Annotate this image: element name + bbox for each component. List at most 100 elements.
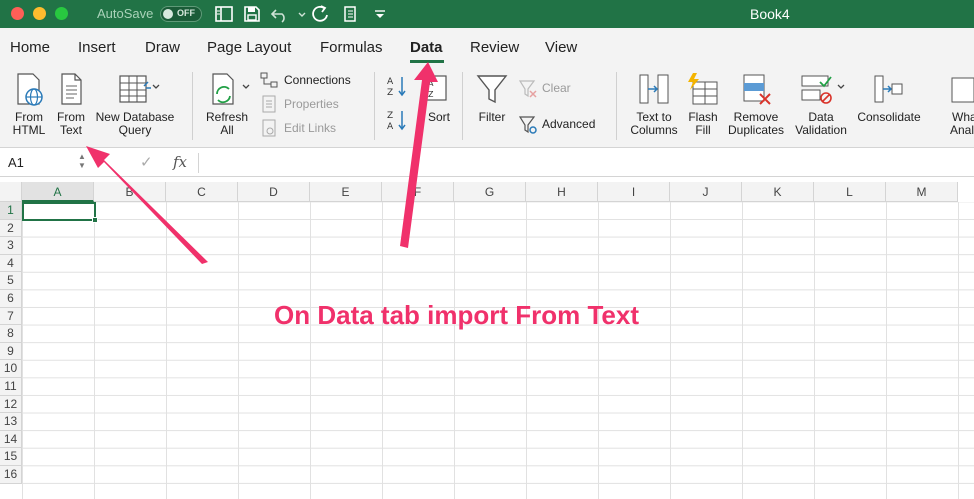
annotation-text: On Data tab import From Text — [274, 300, 639, 330]
column-header[interactable]: H — [526, 182, 598, 202]
remove-duplicates-icon — [743, 74, 771, 105]
connections-button[interactable]: Connections — [260, 70, 370, 90]
row-header[interactable]: 8 — [0, 325, 22, 343]
edit-links-icon — [262, 119, 276, 137]
what-if-label-2: Anal — [950, 123, 974, 137]
row-header[interactable]: 15 — [0, 448, 22, 466]
formula-bar-divider — [198, 153, 199, 173]
close-window-button[interactable] — [11, 7, 24, 20]
sort-button[interactable]: A Z Sort — [418, 72, 452, 124]
from-html-label-2: HTML — [12, 123, 46, 137]
ribbon-tabs: Home Insert Draw Page Layout Formulas Da… — [0, 28, 974, 64]
clear-label: Clear — [542, 81, 571, 95]
row-header[interactable]: 7 — [0, 307, 22, 326]
column-header[interactable]: J — [670, 182, 742, 202]
select-all-corner[interactable] — [0, 182, 22, 202]
row-header[interactable]: 3 — [0, 237, 22, 255]
tab-draw[interactable]: Draw — [145, 39, 180, 56]
remove-duplicates-label-2: Duplicates — [727, 123, 785, 137]
data-ribbon: From HTML From Text New Database Query R… — [0, 64, 974, 148]
row-header[interactable]: 1 — [0, 202, 22, 220]
worksheet-grid[interactable]: ABCDEFGHIJKLM 1 2 3 4 5 6 7 8 9 10 11 12 13 14 15 16 — [0, 182, 974, 499]
column-header[interactable]: A — [22, 182, 94, 202]
ribbon-separator — [616, 72, 617, 140]
insert-function-button[interactable]: fx — [173, 153, 187, 171]
sort-az-icon: A Z — [387, 77, 406, 98]
enter-check-icon[interactable]: ✓ — [140, 153, 153, 171]
row-header[interactable]: 10 — [0, 360, 22, 378]
selected-cell-a1[interactable] — [22, 202, 96, 221]
minimize-window-button[interactable] — [33, 7, 46, 20]
remove-duplicates-button[interactable]: Remove Duplicates — [724, 72, 788, 137]
column-header[interactable]: B — [94, 182, 166, 202]
row-header[interactable]: 12 — [0, 395, 22, 414]
text-to-columns-button[interactable]: Text to Columns — [626, 72, 682, 137]
filter-button[interactable]: Filter — [472, 72, 512, 124]
tab-view[interactable]: View — [545, 39, 577, 56]
sort-za-icon: Z A — [387, 111, 406, 132]
data-validation-button[interactable]: Data Validation — [790, 72, 852, 137]
row-header[interactable]: 2 — [0, 219, 22, 238]
tab-insert[interactable]: Insert — [78, 39, 116, 56]
what-if-analysis-button[interactable]: What Anal — [944, 72, 974, 137]
row-header[interactable]: 13 — [0, 413, 22, 431]
svg-text:A: A — [387, 77, 394, 87]
column-header[interactable]: E — [310, 182, 382, 202]
row-header[interactable]: 6 — [0, 290, 22, 308]
advanced-filter-button[interactable]: Advanced — [518, 114, 608, 134]
column-header[interactable]: I — [598, 182, 670, 202]
column-header[interactable]: L — [814, 182, 886, 202]
refresh-all-button[interactable]: Refresh All — [200, 72, 254, 137]
column-header[interactable]: D — [238, 182, 310, 202]
column-header[interactable]: C — [166, 182, 238, 202]
sort-az-button[interactable]: A Z — [386, 74, 416, 98]
svg-text:Z: Z — [387, 111, 393, 121]
formula-bar: A1 ▲ ▼ ✓ fx — [0, 149, 974, 177]
advanced-label: Advanced — [542, 117, 596, 131]
row-header[interactable]: 9 — [0, 342, 22, 361]
text-to-columns-icon — [639, 74, 669, 104]
clear-filter-button[interactable]: Clear — [518, 78, 598, 98]
new-database-query-button[interactable]: New Database Query — [92, 72, 178, 137]
fill-handle[interactable] — [92, 217, 98, 223]
row-header[interactable]: 11 — [0, 378, 22, 396]
connections-icon — [260, 72, 278, 88]
row-header[interactable]: 5 — [0, 272, 22, 290]
sort-za-button[interactable]: Z A — [386, 108, 416, 132]
edit-links-button[interactable]: Edit Links — [260, 118, 370, 138]
autosave-label: AutoSave — [97, 6, 154, 21]
svg-text:Z: Z — [387, 88, 393, 98]
row-header[interactable]: 16 — [0, 466, 22, 484]
column-header[interactable]: M — [886, 182, 958, 202]
active-tab-indicator — [410, 60, 444, 63]
row-header[interactable]: 4 — [0, 254, 22, 273]
column-header[interactable]: K — [742, 182, 814, 202]
sort-icon: A Z — [423, 75, 447, 101]
tab-data[interactable]: Data — [410, 39, 443, 56]
database-query-icon — [119, 75, 160, 103]
name-box-stepper-icon[interactable]: ▲ ▼ — [78, 152, 86, 170]
tab-home[interactable]: Home — [10, 39, 50, 56]
row-header[interactable]: 14 — [0, 430, 22, 449]
advanced-filter-icon — [518, 116, 537, 134]
from-html-button[interactable]: From HTML — [8, 72, 50, 137]
what-if-icon — [951, 77, 974, 103]
column-header[interactable]: F — [382, 182, 454, 202]
svg-text:Z: Z — [428, 90, 434, 99]
globe-document-icon — [17, 73, 43, 106]
filter-label: Filter — [478, 110, 506, 124]
consolidate-button[interactable]: Consolidate — [854, 72, 924, 124]
cell-area[interactable] — [22, 202, 974, 499]
sort-label: Sort — [427, 110, 450, 124]
new-db-query-label-2: Query — [118, 123, 152, 137]
consolidate-icon — [874, 75, 903, 103]
flash-fill-button[interactable]: Flash Fill — [684, 72, 722, 137]
tab-review[interactable]: Review — [470, 39, 519, 56]
column-header[interactable]: G — [454, 182, 526, 202]
name-box[interactable]: A1 — [8, 155, 24, 170]
tab-page-layout[interactable]: Page Layout — [207, 39, 291, 56]
zoom-window-button[interactable] — [55, 7, 68, 20]
tab-formulas[interactable]: Formulas — [320, 39, 383, 56]
properties-button[interactable]: Properties — [260, 94, 370, 114]
from-text-button[interactable]: From Text — [52, 72, 90, 137]
